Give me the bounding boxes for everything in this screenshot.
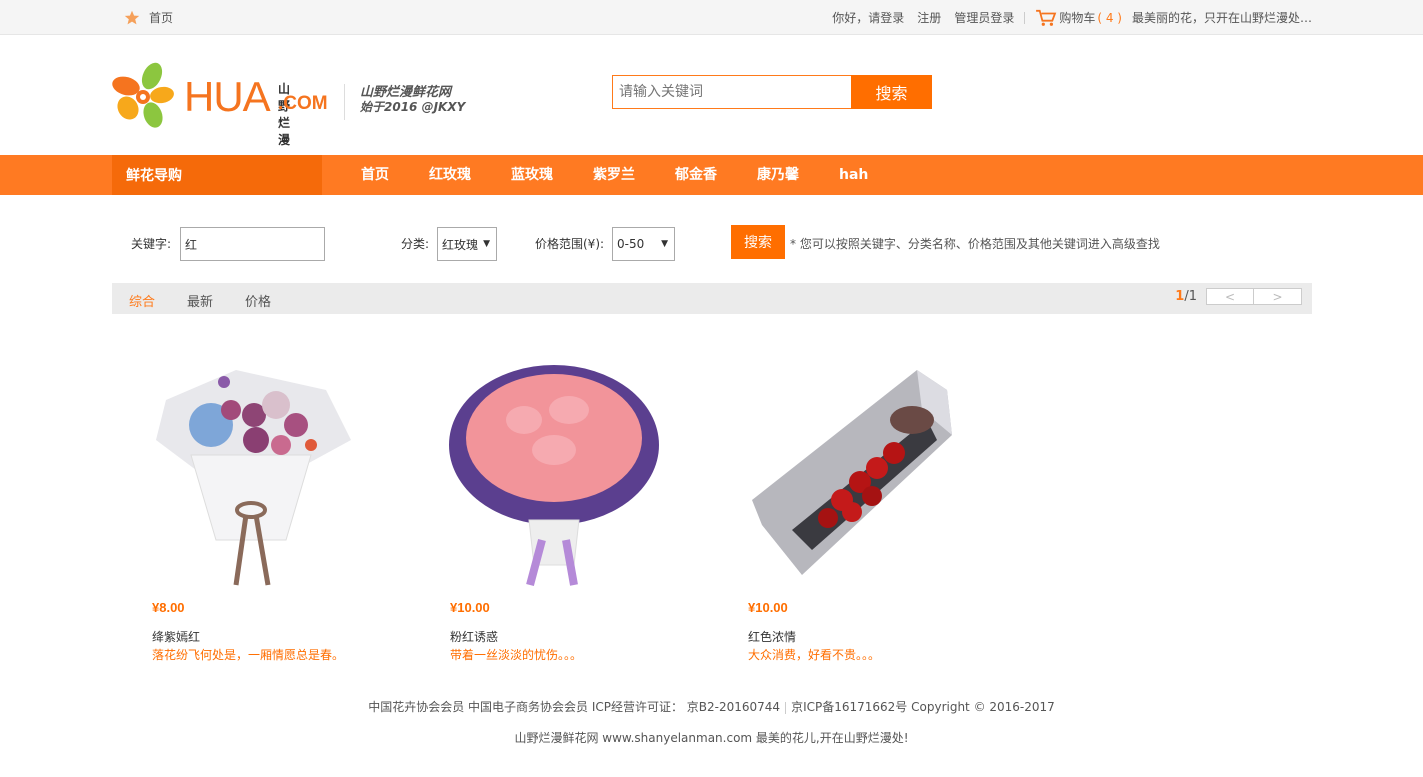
flower-guide-menu[interactable]: 鲜花导购	[112, 155, 322, 195]
logo-text: HUA	[184, 73, 271, 120]
product-description: 带着一丝淡淡的忧伤。。。	[450, 648, 583, 662]
divider	[785, 701, 787, 714]
filter-search-button[interactable]: 搜索	[731, 225, 785, 259]
category-value: 红玫瑰	[442, 237, 479, 252]
price-label: 价格范围(¥):	[535, 237, 605, 251]
site-logo[interactable]: HUA 山野烂漫 .COM	[112, 62, 328, 147]
nav-item-tulip[interactable]: 郁金香	[675, 155, 717, 195]
flower-logo-icon	[112, 62, 174, 128]
category-label: 分类:	[401, 237, 430, 251]
price-select[interactable]: 0-50 ▼	[612, 227, 675, 261]
cart-label: 购物车	[1059, 11, 1096, 25]
product-description: 落花纷飞何处是，一厢情愿总是春。	[152, 648, 345, 662]
search-box: 搜索	[612, 75, 932, 109]
dropdown-arrow-icon: ▼	[661, 239, 668, 249]
page-total: /1	[1184, 289, 1197, 304]
product-list: ¥8.00 绛紫嫣红 落花纷飞何处是，一厢情愿总是春。 ¥10.00 粉红诱惑 …	[112, 314, 1312, 674]
nav-item-violet[interactable]: 紫罗兰	[593, 155, 635, 195]
product-name[interactable]: 绛紫嫣红	[152, 628, 200, 645]
next-page-button[interactable]: >	[1254, 288, 1302, 305]
divider	[1024, 11, 1026, 24]
page-indicator: 1/1	[1175, 289, 1197, 304]
product-image[interactable]	[136, 350, 366, 590]
cart-count: ( 4 )	[1097, 10, 1122, 25]
sort-bar: 综合 最新 价格 1/1 < >	[112, 283, 1312, 314]
category-select[interactable]: 红玫瑰 ▼	[437, 227, 497, 261]
sort-tab-price[interactable]: 价格	[245, 291, 271, 310]
product-image[interactable]	[732, 350, 962, 590]
logo-divider	[344, 84, 345, 120]
filter-panel: 关键字: 分类: 红玫瑰 ▼ 价格范围(¥): 0-50 ▼ 搜索 * 您可以按…	[0, 195, 1423, 283]
nav-item-home[interactable]: 首页	[361, 155, 389, 195]
top-bar: 首页 你好，请登录 注册 管理员登录 购物车 ( 4 ) 最美丽的花，只开在山野…	[0, 0, 1423, 35]
nav-item-red-rose[interactable]: 红玫瑰	[429, 155, 471, 195]
product-card[interactable]: ¥10.00 红色浓情 大众消费，好看不贵。。。	[708, 350, 952, 662]
tagline: 山野烂漫鲜花网 始于2016 @JKXY	[360, 85, 466, 115]
product-card[interactable]: ¥10.00 粉红诱惑 带着一丝淡淡的忧伤。。。	[410, 350, 659, 662]
price-value: 0-50	[617, 237, 645, 251]
footer-site-info: 山野烂漫鲜花网 www.shanyelanman.com 最美的花儿,开在山野烂…	[514, 731, 909, 745]
footer-copyright: 京ICP备16171662号 Copyright © 2016-2017	[791, 700, 1055, 714]
nav-item-carnation[interactable]: 康乃馨	[757, 155, 799, 195]
footer-membership: 中国花卉协会会员 中国电子商务协会会员 ICP经营许可证： 京B2-201607…	[368, 700, 781, 714]
logo-com: .COM	[278, 93, 328, 114]
search-button[interactable]: 搜索	[851, 75, 932, 109]
sort-tab-newest[interactable]: 最新	[187, 291, 213, 310]
prev-page-button[interactable]: <	[1206, 288, 1254, 305]
admin-login-link[interactable]: 管理员登录	[954, 9, 1014, 26]
product-price: ¥10.00	[748, 600, 788, 615]
slogan: 最美丽的花，只开在山野烂漫处…	[1131, 11, 1312, 25]
dropdown-arrow-icon: ▼	[483, 239, 490, 249]
register-link[interactable]: 注册	[917, 9, 941, 26]
search-tip: * 您可以按照关键字、分类名称、价格范围及其他关键词进入高级查找	[790, 237, 1160, 251]
main-nav: 鲜花导购 首页 红玫瑰 蓝玫瑰 紫罗兰 郁金香 康乃馨 hah	[0, 155, 1423, 195]
tagline-title: 山野烂漫鲜花网	[360, 85, 452, 100]
product-name[interactable]: 红色浓情	[748, 628, 796, 645]
nav-item-blue-rose[interactable]: 蓝玫瑰	[511, 155, 553, 195]
product-card[interactable]: ¥8.00 绛紫嫣红 落花纷飞何处是，一厢情愿总是春。	[112, 350, 352, 662]
sort-tab-overall[interactable]: 综合	[129, 291, 155, 310]
home-link[interactable]: 首页	[149, 9, 173, 26]
nav-item-hah[interactable]: hah	[839, 155, 868, 195]
login-link[interactable]: 你好，请登录	[832, 9, 904, 26]
page-current: 1	[1175, 289, 1185, 304]
keyword-input[interactable]	[180, 227, 325, 261]
tagline-sub: 始于2016 @JKXY	[360, 100, 466, 114]
product-name[interactable]: 粉红诱惑	[450, 628, 498, 645]
header: HUA 山野烂漫 .COM 山野烂漫鲜花网 始于2016 @JKXY 搜索	[0, 35, 1423, 155]
cart-link[interactable]: 购物车 ( 4 )	[1035, 9, 1122, 27]
product-price: ¥10.00	[450, 600, 490, 615]
product-price: ¥8.00	[152, 600, 185, 615]
footer: 中国花卉协会会员 中国电子商务协会会员 ICP经营许可证： 京B2-201607…	[0, 698, 1423, 746]
product-image[interactable]	[434, 350, 664, 590]
keyword-label: 关键字:	[131, 237, 172, 251]
star-icon	[124, 10, 140, 24]
pager: 1/1 < >	[1175, 288, 1302, 305]
shopping-cart-icon	[1036, 9, 1057, 26]
product-description: 大众消费，好看不贵。。。	[748, 648, 881, 662]
search-input[interactable]	[612, 75, 851, 109]
